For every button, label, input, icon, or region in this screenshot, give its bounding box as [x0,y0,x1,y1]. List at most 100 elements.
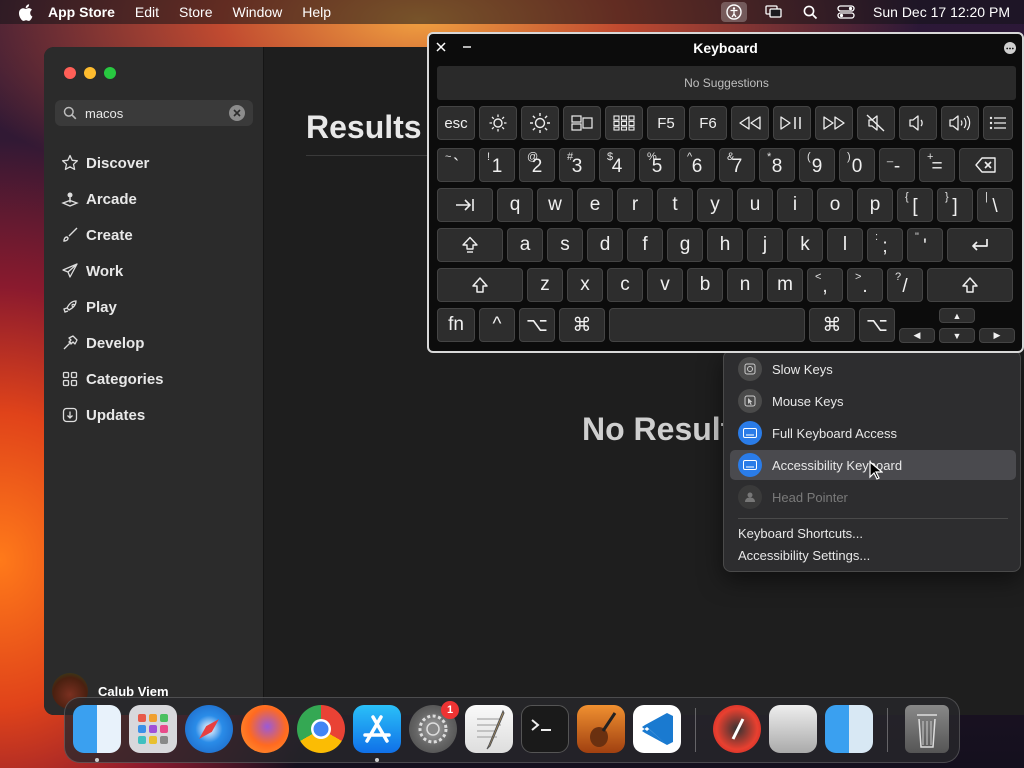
key-right-bracket[interactable]: }] [937,188,973,222]
key-space[interactable] [609,308,805,342]
menu-item-full-keyboard-access[interactable]: Full Keyboard Access [730,418,1016,448]
key-t[interactable]: t [657,188,693,222]
key-arrow-up[interactable]: ▲ [939,308,975,323]
apple-icon[interactable] [18,3,34,21]
key-5[interactable]: % 5 [639,148,675,182]
key-brightness-down[interactable] [479,106,517,140]
menu-item-slow-keys[interactable]: Slow Keys [730,354,1016,384]
key-arrow-down[interactable]: ▼ [939,328,975,343]
menu-edit[interactable]: Edit [135,4,159,20]
sidebar-item-categories[interactable]: Categories [44,361,264,397]
accessibility-settings-link[interactable]: Accessibility Settings... [738,548,870,563]
key-h[interactable]: h [707,228,743,262]
key-left-command[interactable]: ⌘ [559,308,605,342]
key-e[interactable]: e [577,188,613,222]
key-return[interactable] [947,228,1013,262]
sidebar-item-work[interactable]: Work [44,253,264,289]
key-left-shift[interactable] [437,268,523,302]
menu-help[interactable]: Help [302,4,331,20]
key-period[interactable]: >. [847,268,883,302]
key-6[interactable]: ^ 6 [679,148,715,182]
key-comma[interactable]: <, [807,268,843,302]
migration-assistant-icon[interactable] [769,705,817,753]
key-n[interactable]: n [727,268,763,302]
sidebar-item-arcade[interactable]: Arcade [44,181,264,217]
key-r[interactable]: r [617,188,653,222]
key-right-shift[interactable] [927,268,1013,302]
menu-store[interactable]: Store [179,4,212,20]
key-k[interactable]: k [787,228,823,262]
keyboard-shortcuts-link[interactable]: Keyboard Shortcuts... [738,526,863,541]
sidebar-item-develop[interactable]: Develop [44,325,264,361]
key-mission-control[interactable] [563,106,601,140]
minimize-icon[interactable] [461,40,475,54]
key-control[interactable]: ^ [479,308,515,342]
key-minus[interactable]: _ - [879,148,915,182]
directory-utility-icon[interactable] [713,705,761,753]
key-q[interactable]: q [497,188,533,222]
vscode-icon[interactable] [633,705,681,753]
key-z[interactable]: z [527,268,563,302]
key-8[interactable]: * 8 [759,148,795,182]
key-l[interactable]: l [827,228,863,262]
key-launchpad[interactable] [605,106,643,140]
key-rewind[interactable] [731,106,769,140]
key-b[interactable]: b [687,268,723,302]
key-j[interactable]: j [747,228,783,262]
key-f5[interactable]: F5 [647,106,685,140]
key-arrow-left[interactable]: ◀ [899,328,935,343]
key-slash[interactable]: ? / [887,268,923,302]
textedit-icon[interactable] [465,705,513,753]
key-volume-up[interactable] [941,106,979,140]
spotlight-search-icon[interactable] [801,4,819,20]
screen-mirroring-icon[interactable] [765,4,783,20]
key-y[interactable]: y [697,188,733,222]
key-brightness-up[interactable] [521,106,559,140]
search-input[interactable]: macos [55,100,253,126]
app-store-icon[interactable] [353,705,401,753]
key-0[interactable]: ) 0 [839,148,875,182]
key-fn[interactable]: fn [437,308,475,342]
key-caps-lock[interactable] [437,228,503,262]
key-mute[interactable] [857,106,895,140]
finder-alt-icon[interactable] [825,705,873,753]
key-right-command[interactable]: ⌘ [809,308,855,342]
finder-icon[interactable] [73,705,121,753]
launchpad-icon[interactable] [129,705,177,753]
close-icon[interactable] [435,40,449,54]
trash-icon[interactable] [905,705,949,753]
terminal-icon[interactable] [521,705,569,753]
sidebar-item-discover[interactable]: Discover [44,145,264,181]
key-o[interactable]: o [817,188,853,222]
key-3[interactable]: #3 [559,148,595,182]
key-1[interactable]: ! 1 [479,148,515,182]
key-f6[interactable]: F6 [689,106,727,140]
key-a[interactable]: a [507,228,543,262]
menu-clock[interactable]: Sun Dec 17 12:20 PM [873,4,1010,20]
panel-options-icon[interactable] [1004,42,1016,54]
key-i[interactable]: i [777,188,813,222]
close-window-button[interactable] [64,67,76,79]
clear-search-icon[interactable] [229,105,245,121]
key-left-bracket[interactable]: {[ [897,188,933,222]
key-options[interactable] [983,106,1013,140]
zoom-window-button[interactable] [104,67,116,79]
sidebar-item-updates[interactable]: Updates [44,397,264,433]
key-volume-down[interactable] [899,106,937,140]
key-4[interactable]: $4 [599,148,635,182]
key-semicolon[interactable]: :; [867,228,903,262]
key-p[interactable]: p [857,188,893,222]
garageband-icon[interactable] [577,705,625,753]
key-backtick[interactable]: ~ ` [437,148,475,182]
key-s[interactable]: s [547,228,583,262]
key-g[interactable]: g [667,228,703,262]
key-equals[interactable]: + = [919,148,955,182]
key-play-pause[interactable] [773,106,811,140]
key-left-option[interactable]: ⌥ [519,308,555,342]
key-right-option[interactable]: ⌥ [859,308,895,342]
key-x[interactable]: x [567,268,603,302]
key-v[interactable]: v [647,268,683,302]
key-2[interactable]: @2 [519,148,555,182]
menu-item-mouse-keys[interactable]: Mouse Keys [730,386,1016,416]
key-u[interactable]: u [737,188,773,222]
